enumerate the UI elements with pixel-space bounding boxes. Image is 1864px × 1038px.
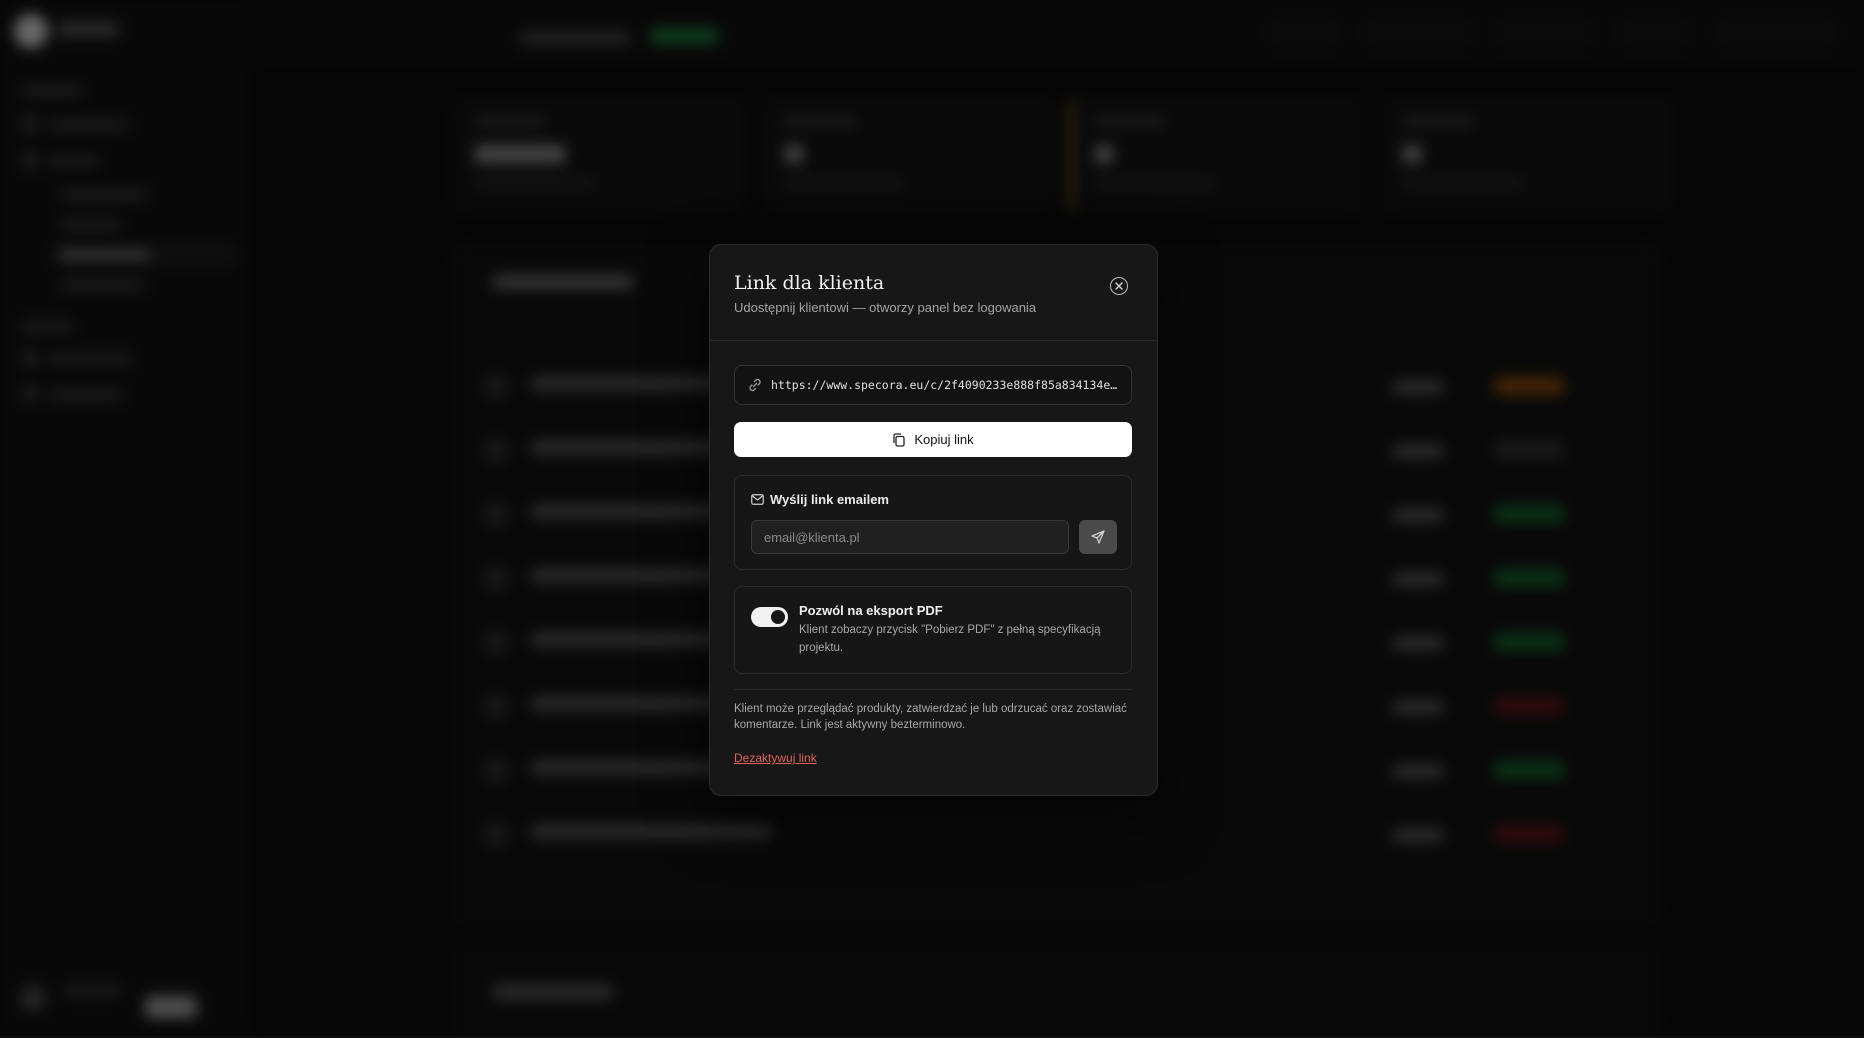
- copy-icon: [893, 432, 906, 447]
- email-input[interactable]: [751, 520, 1069, 554]
- client-link-modal: Link dla klienta Udostępnij klientowi — …: [709, 244, 1158, 796]
- close-icon: [1115, 282, 1123, 290]
- copy-link-button[interactable]: Kopiuj link: [734, 422, 1132, 457]
- copy-link-label: Kopiuj link: [914, 432, 974, 447]
- client-link-field[interactable]: https://www.specora.eu/c/2f4090233e888f8…: [734, 365, 1132, 405]
- pdf-export-title: Pozwól na eksport PDF: [799, 603, 943, 618]
- mail-icon: [751, 494, 764, 505]
- client-link-url[interactable]: https://www.specora.eu/c/2f4090233e888f8…: [771, 378, 1119, 392]
- pdf-export-toggle[interactable]: [751, 607, 788, 627]
- email-section-title: Wyślij link emailem: [770, 492, 889, 507]
- send-email-button[interactable]: [1079, 520, 1117, 554]
- send-icon: [1091, 530, 1105, 544]
- modal-title: Link dla klienta: [734, 272, 885, 294]
- link-icon: [749, 378, 761, 392]
- modal-subtitle: Udostępnij klientowi — otworzy panel bez…: [734, 300, 1037, 315]
- deactivate-link[interactable]: Dezaktywuj link: [734, 751, 817, 765]
- modal-header: Link dla klienta Udostępnij klientowi — …: [710, 245, 1157, 341]
- close-button[interactable]: [1110, 277, 1128, 295]
- access-info: Klient może przeglądać produkty, zatwier…: [734, 703, 1127, 731]
- pdf-export-section: Pozwól na eksport PDF Klient zobaczy prz…: [734, 586, 1132, 674]
- divider: [734, 689, 1132, 690]
- pdf-export-description: Klient zobaczy przycisk "Pobierz PDF" z …: [799, 624, 1101, 654]
- email-section: Wyślij link emailem: [734, 475, 1132, 570]
- email-section-heading: Wyślij link emailem: [751, 492, 889, 507]
- toggle-knob: [771, 610, 785, 624]
